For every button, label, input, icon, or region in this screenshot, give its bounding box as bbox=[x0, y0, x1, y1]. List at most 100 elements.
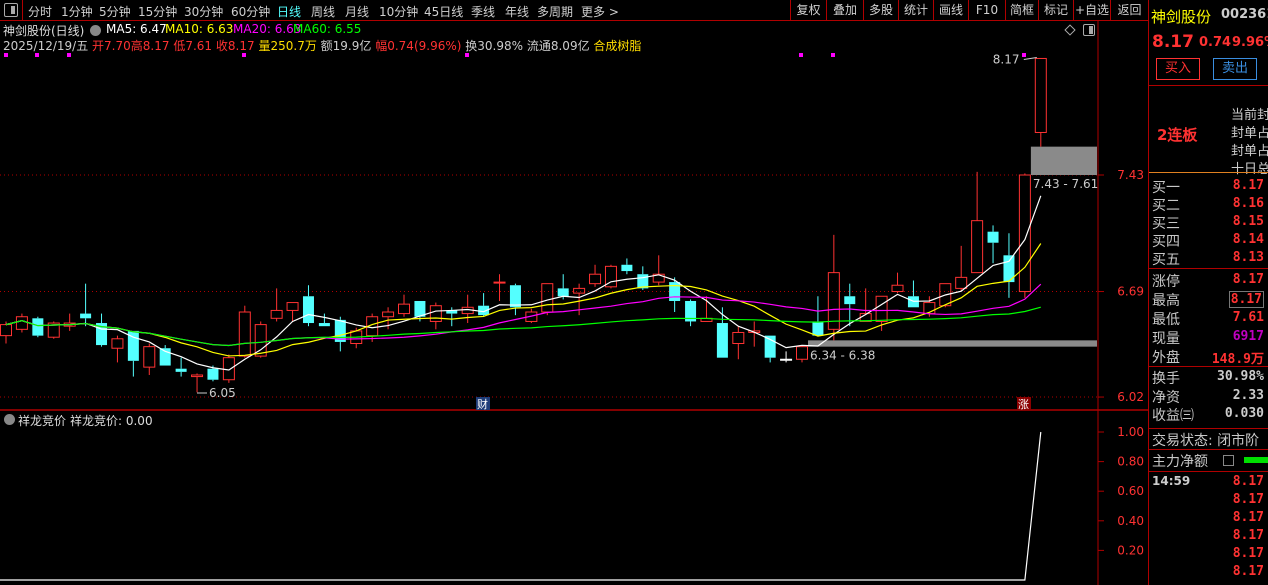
candle-up bbox=[780, 358, 793, 361]
stats-label: 最高 bbox=[1152, 293, 1180, 309]
candle-down bbox=[844, 296, 856, 305]
event-marker-text: 涨 bbox=[1018, 398, 1029, 411]
toolbar-action-button[interactable]: 简框 bbox=[1005, 0, 1038, 20]
indicator-tick-label: 0.60 bbox=[1117, 484, 1144, 498]
toolbar-action-button[interactable]: 统计 bbox=[898, 0, 933, 20]
bids-label: 买二 bbox=[1152, 198, 1180, 214]
candle-up bbox=[493, 281, 506, 284]
candle-up bbox=[286, 302, 299, 311]
seal-info-label: 当前封 bbox=[1231, 108, 1268, 123]
toolbar-action-button[interactable]: 画线 bbox=[933, 0, 968, 20]
bids-value: 8.13 bbox=[1232, 250, 1264, 265]
candle-up bbox=[191, 374, 204, 378]
candle-down bbox=[318, 323, 330, 327]
limit-streak: 2连板 bbox=[1157, 126, 1198, 144]
list-icon[interactable] bbox=[1223, 455, 1234, 466]
candle-up bbox=[796, 346, 808, 360]
stock-code: 002361 bbox=[1221, 7, 1268, 22]
stats2-label: 收益㈢ bbox=[1152, 408, 1194, 424]
period-tab[interactable]: 45日线 bbox=[424, 3, 463, 20]
stats-value: 7.61 bbox=[1232, 310, 1264, 325]
candle-up bbox=[254, 324, 267, 357]
stats-label: 涨停 bbox=[1152, 274, 1180, 290]
sell-button[interactable]: 卖出 bbox=[1213, 58, 1257, 80]
kline-chart[interactable]: 7.43 6.69 6.02 7.43 - 7.61 6.34 - 6.38 8.17 6.… bbox=[0, 0, 1148, 585]
stats-value: 8.17 bbox=[1232, 272, 1264, 287]
indicator-line bbox=[0, 431, 1042, 581]
candle-down bbox=[669, 282, 681, 301]
candle-up bbox=[429, 305, 442, 322]
period-tab[interactable]: 10分钟 bbox=[379, 3, 418, 20]
ma10-line bbox=[5, 243, 1042, 357]
stats2-value: 2.33 bbox=[1232, 387, 1264, 403]
quote-panel: 神剑股份 002361 8.17 0.74 9.96% 买入 卖出 2连板 当前… bbox=[1149, 0, 1268, 585]
stock-name: 神剑股份 bbox=[1151, 8, 1212, 26]
tick-price: 8.17 bbox=[1232, 510, 1264, 525]
toolbar-action-button[interactable]: 标记 bbox=[1038, 0, 1073, 20]
event-marker-text: 财 bbox=[477, 397, 488, 411]
tick-price: 8.17 bbox=[1232, 492, 1264, 507]
candle-up bbox=[111, 338, 124, 349]
indicator-tick-label: 0.20 bbox=[1117, 543, 1144, 557]
candle-up bbox=[541, 283, 554, 313]
candle-down bbox=[207, 368, 219, 380]
toolbar-action-button[interactable]: +自选 bbox=[1073, 0, 1110, 20]
change: 幅0.74(9.96%) bbox=[375, 39, 462, 53]
toolbar-action-button[interactable]: 返回 bbox=[1110, 0, 1148, 20]
bids-value: 8.14 bbox=[1232, 232, 1264, 247]
panel-toggle-icon[interactable] bbox=[1083, 24, 1095, 36]
period-tab[interactable]: 分时 bbox=[28, 3, 52, 20]
candle-up bbox=[382, 311, 395, 318]
period-tab[interactable]: 月线 bbox=[345, 3, 369, 20]
period-tab[interactable]: 日线 bbox=[277, 3, 301, 20]
period-tab[interactable]: 周线 bbox=[311, 3, 335, 20]
candle-down bbox=[716, 323, 728, 358]
period-tab[interactable]: 多周期 bbox=[537, 3, 573, 20]
toolbar-action-button[interactable]: 叠加 bbox=[826, 0, 863, 20]
period-tab[interactable]: 年线 bbox=[505, 3, 529, 20]
indicator-settings-icon[interactable] bbox=[90, 25, 101, 36]
period-toolbar: 分时 1分钟 5分钟 15分钟 30分钟 60分钟 日线 周线 月线 10分钟 45日线 季线 年线 多周… bbox=[0, 0, 1148, 21]
main-force-bar bbox=[1244, 457, 1268, 463]
candle-up bbox=[573, 287, 586, 294]
period-tab[interactable]: 5分钟 bbox=[99, 3, 131, 20]
toolbar-action-button[interactable]: 复权 bbox=[790, 0, 826, 20]
buy-button[interactable]: 买入 bbox=[1156, 58, 1200, 80]
price-change: 0.74 bbox=[1199, 35, 1232, 50]
bids-value: 8.17 bbox=[1232, 178, 1264, 193]
candle-up bbox=[270, 309, 283, 319]
period-tab[interactable]: 15分钟 bbox=[138, 3, 177, 20]
stats2-value: 0.030 bbox=[1224, 406, 1264, 421]
main-force-label: 主力净额 bbox=[1152, 454, 1208, 470]
candle-up bbox=[589, 273, 602, 285]
candle-down bbox=[812, 321, 824, 336]
candle-down bbox=[509, 285, 521, 308]
period-tab[interactable]: 更多 > bbox=[581, 3, 619, 20]
toolbar-action-button[interactable]: 多股 bbox=[863, 0, 898, 20]
candle-up bbox=[398, 303, 410, 315]
concept-link[interactable]: 合成树脂 bbox=[593, 39, 641, 53]
candle-down bbox=[302, 296, 314, 324]
period-tab[interactable]: 1分钟 bbox=[61, 3, 93, 20]
price-zone-label: 7.43 - 7.61 bbox=[1033, 177, 1098, 191]
indicator-title: 祥龙竞价 bbox=[18, 414, 67, 428]
stats-label: 外盘 bbox=[1152, 350, 1180, 366]
indicator-settings-icon[interactable] bbox=[4, 414, 15, 425]
candle-up bbox=[143, 346, 156, 368]
float-cap: 流通8.09亿 bbox=[526, 39, 590, 53]
price-zone-label: 6.34 - 6.38 bbox=[810, 349, 875, 363]
period-tab[interactable]: 30分钟 bbox=[184, 3, 223, 20]
toolbar-action-button[interactable]: F10 bbox=[968, 0, 1005, 20]
ma20-label: MA20: 6.63 bbox=[233, 22, 302, 36]
period-tab[interactable]: 60分钟 bbox=[231, 3, 270, 20]
candle-up bbox=[955, 276, 968, 289]
bids-label: 买三 bbox=[1152, 216, 1180, 232]
open: 开7.70 bbox=[92, 39, 131, 53]
candle-up bbox=[891, 284, 904, 293]
layout-toggle-icon[interactable] bbox=[4, 3, 18, 17]
period-tab[interactable]: 季线 bbox=[471, 3, 495, 20]
last-price: 8.17 bbox=[1152, 32, 1194, 52]
tick-price: 8.17 bbox=[1232, 528, 1264, 543]
stats-label: 最低 bbox=[1152, 312, 1180, 328]
indicator-tick-label: 1.00 bbox=[1117, 425, 1144, 439]
